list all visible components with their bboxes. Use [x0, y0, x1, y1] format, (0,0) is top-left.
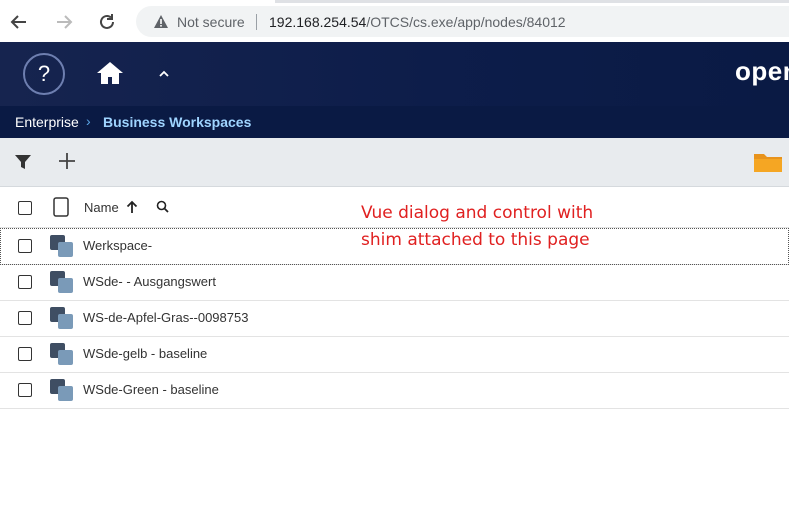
row-name[interactable]: Werkspace-	[83, 238, 152, 253]
warning-icon	[154, 15, 168, 28]
name-column-header[interactable]: Name	[84, 200, 119, 215]
breadcrumb-item-business-workspaces: Business Workspaces	[103, 114, 252, 130]
annotation-note: Vue dialog and control with shim attache…	[361, 200, 661, 254]
reload-icon	[100, 14, 114, 29]
url-host: 192.168.254.54	[269, 14, 367, 30]
brand-logo: open	[735, 56, 789, 86]
sort-ascending-icon[interactable]	[126, 200, 138, 214]
row-name[interactable]: WSde- - Ausgangswert	[83, 274, 216, 289]
business-workspace-icon	[50, 307, 73, 329]
document-type-icon	[53, 197, 69, 217]
back-arrow-icon	[10, 15, 26, 29]
row-checkbox[interactable]	[18, 275, 32, 289]
annotation-line-2: shim attached to this page	[361, 230, 590, 250]
tab-strip	[0, 0, 789, 3]
url-path: /OTCS/cs.exe/app/nodes/84012	[366, 14, 566, 30]
toolbar	[0, 138, 789, 187]
row-name[interactable]: WSde-gelb - baseline	[83, 346, 207, 361]
business-workspace-icon	[50, 271, 73, 293]
breadcrumb: Enterprise › Business Workspaces	[0, 106, 789, 138]
row-checkbox[interactable]	[18, 383, 32, 397]
table-row[interactable]: WSde-gelb - baseline	[0, 336, 789, 373]
table-row[interactable]: WSde- - Ausgangswert	[0, 264, 789, 301]
row-name[interactable]: WS-de-Apfel-Gras--0098753	[83, 310, 248, 325]
address-bar[interactable]: Not secure 192.168.254.54/OTCS/cs.exe/ap…	[136, 6, 789, 37]
breadcrumb-item-enterprise[interactable]: Enterprise	[15, 114, 79, 130]
search-icon[interactable]	[156, 200, 169, 213]
chevron-up-icon[interactable]	[157, 69, 171, 79]
help-button[interactable]: ?	[23, 53, 65, 95]
business-workspace-icon	[50, 379, 73, 401]
row-checkbox[interactable]	[18, 311, 32, 325]
reload-button[interactable]	[95, 10, 119, 34]
select-all-checkbox[interactable]	[18, 201, 32, 215]
table-row[interactable]: WS-de-Apfel-Gras--0098753	[0, 300, 789, 337]
url-text[interactable]: 192.168.254.54/OTCS/cs.exe/app/nodes/840…	[269, 14, 566, 30]
row-checkbox[interactable]	[18, 239, 32, 253]
forward-arrow-icon	[57, 15, 73, 29]
business-workspace-icon	[50, 235, 73, 257]
business-workspace-icon	[50, 343, 73, 365]
folder-icon[interactable]	[753, 151, 783, 173]
filter-icon[interactable]	[14, 154, 32, 170]
add-icon[interactable]	[57, 151, 77, 171]
forward-button[interactable]	[52, 10, 76, 34]
omnibox-divider	[256, 14, 257, 30]
security-status[interactable]: Not secure	[177, 14, 245, 30]
annotation-line-1: Vue dialog and control with	[361, 203, 594, 223]
breadcrumb-separator: ›	[86, 113, 91, 129]
row-name[interactable]: WSde-Green - baseline	[83, 382, 219, 397]
table-row[interactable]: WSde-Green - baseline	[0, 372, 789, 409]
row-checkbox[interactable]	[18, 347, 32, 361]
app-header: ? open	[0, 42, 789, 106]
browser-toolbar: Not secure 192.168.254.54/OTCS/cs.exe/ap…	[0, 0, 789, 43]
back-button[interactable]	[7, 10, 31, 34]
home-icon[interactable]	[96, 61, 124, 85]
